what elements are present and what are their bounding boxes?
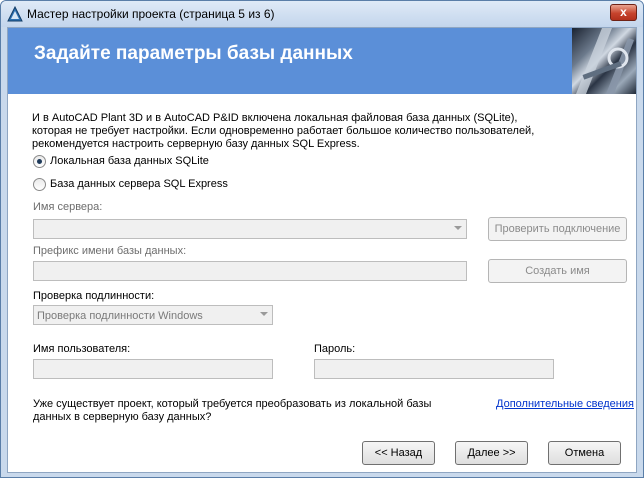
close-button[interactable]: x bbox=[610, 4, 637, 21]
db-prefix-input[interactable] bbox=[33, 261, 467, 281]
password-label: Пароль: bbox=[314, 343, 356, 355]
password-input[interactable] bbox=[314, 359, 554, 379]
plant-pipes-image bbox=[572, 28, 636, 94]
auth-label: Проверка подлинности: bbox=[33, 290, 155, 302]
verify-connection-button[interactable]: Проверить подключение bbox=[488, 217, 627, 241]
server-name-label: Имя сервера: bbox=[33, 201, 103, 213]
description-line-3: рекомендуется настроить серверную базу д… bbox=[32, 138, 360, 150]
auth-combobox[interactable]: Проверка подлинности Windows bbox=[33, 305, 273, 325]
wizard-window: Мастер настройки проекта (страница 5 из … bbox=[0, 0, 644, 478]
sqlexpress-radio-label[interactable]: База данных сервера SQL Express bbox=[50, 178, 228, 190]
convert-question-line-2: данных в серверную базу данных? bbox=[33, 411, 212, 423]
sqlite-radio-label[interactable]: Локальная база данных SQLite bbox=[50, 155, 209, 167]
header-banner: Задайте параметры базы данных bbox=[8, 28, 636, 94]
description-line-2: которая не требует настройки. Если однов… bbox=[32, 125, 535, 137]
username-input[interactable] bbox=[33, 359, 273, 379]
sqlite-radio[interactable] bbox=[33, 155, 46, 168]
chevron-down-icon bbox=[260, 312, 268, 316]
sqlexpress-radio[interactable] bbox=[33, 178, 46, 191]
auth-value: Проверка подлинности Windows bbox=[37, 310, 203, 322]
chevron-down-icon bbox=[454, 226, 462, 230]
next-button[interactable]: Далее >> bbox=[455, 441, 528, 465]
page-title: Задайте параметры базы данных bbox=[34, 43, 353, 64]
autocad-app-icon bbox=[7, 6, 23, 22]
username-label: Имя пользователя: bbox=[33, 343, 131, 355]
convert-question-line-1: Уже существует проект, который требуется… bbox=[33, 398, 432, 410]
more-info-link[interactable]: Дополнительные сведения bbox=[496, 398, 634, 410]
description-line-1: И в AutoCAD Plant 3D и в AutoCAD P&ID вк… bbox=[32, 112, 518, 124]
back-button[interactable]: << Назад bbox=[362, 441, 435, 465]
create-name-button[interactable]: Создать имя bbox=[488, 259, 627, 283]
db-prefix-label: Префикс имени базы данных: bbox=[33, 245, 187, 257]
server-name-combobox[interactable] bbox=[33, 219, 467, 239]
wizard-client-area: Задайте параметры базы данных И в AutoCA… bbox=[7, 27, 637, 473]
window-title: Мастер настройки проекта (страница 5 из … bbox=[27, 7, 275, 21]
title-bar[interactable]: Мастер настройки проекта (страница 5 из … bbox=[1, 1, 643, 27]
cancel-button[interactable]: Отмена bbox=[548, 441, 621, 465]
